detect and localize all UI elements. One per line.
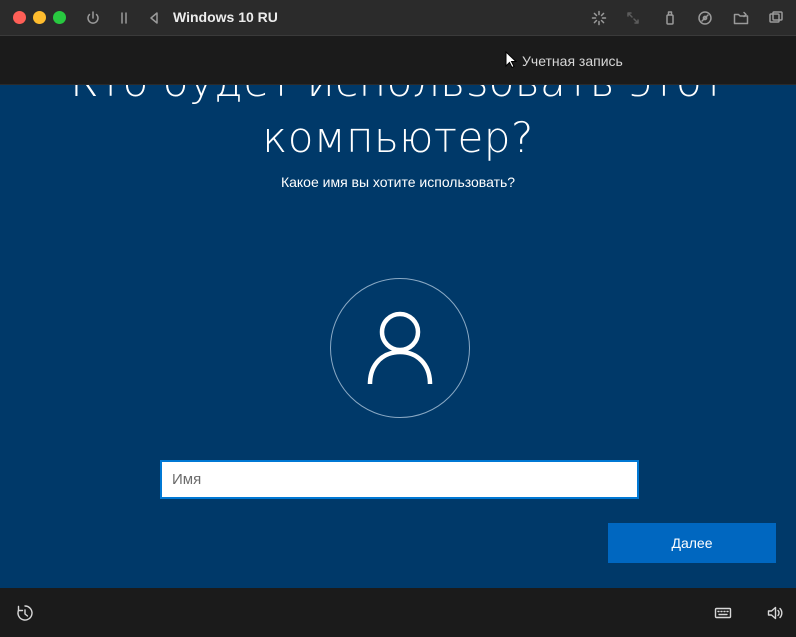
oobe-footer bbox=[0, 588, 796, 637]
ease-of-access-icon[interactable] bbox=[16, 604, 34, 622]
usb-icon[interactable] bbox=[660, 8, 680, 28]
avatar bbox=[330, 278, 470, 418]
oobe-screen: Кто будет использовать этот компьютер? К… bbox=[0, 85, 796, 588]
windows-icon[interactable] bbox=[766, 8, 786, 28]
disc-icon[interactable] bbox=[695, 8, 715, 28]
folder-share-icon[interactable] bbox=[731, 8, 751, 28]
resize-icon[interactable] bbox=[623, 8, 643, 28]
minimize-window-button[interactable] bbox=[33, 11, 46, 24]
page-subtitle: Какое имя вы хотите использовать? bbox=[280, 174, 516, 190]
window-titlebar: Windows 10 RU bbox=[0, 0, 796, 36]
close-window-button[interactable] bbox=[13, 11, 26, 24]
section-title: Учетная запись bbox=[522, 53, 623, 69]
pause-icon[interactable] bbox=[114, 8, 134, 28]
window-title: Windows 10 RU bbox=[173, 9, 278, 25]
power-icon[interactable] bbox=[83, 8, 103, 28]
page-title-line-2: компьютер? bbox=[262, 113, 534, 162]
volume-icon[interactable] bbox=[766, 604, 784, 622]
page-title-line-1: Кто будет использовать этот bbox=[0, 85, 796, 106]
user-icon bbox=[367, 311, 433, 385]
mouse-cursor-icon bbox=[505, 51, 517, 69]
spinner-icon[interactable] bbox=[589, 8, 609, 28]
back-icon[interactable] bbox=[144, 8, 164, 28]
name-input[interactable] bbox=[160, 460, 639, 499]
oobe-header-strip: Учетная запись bbox=[0, 36, 796, 85]
maximize-window-button[interactable] bbox=[53, 11, 66, 24]
next-button[interactable]: Далее bbox=[608, 523, 776, 563]
keyboard-icon[interactable] bbox=[714, 604, 732, 622]
